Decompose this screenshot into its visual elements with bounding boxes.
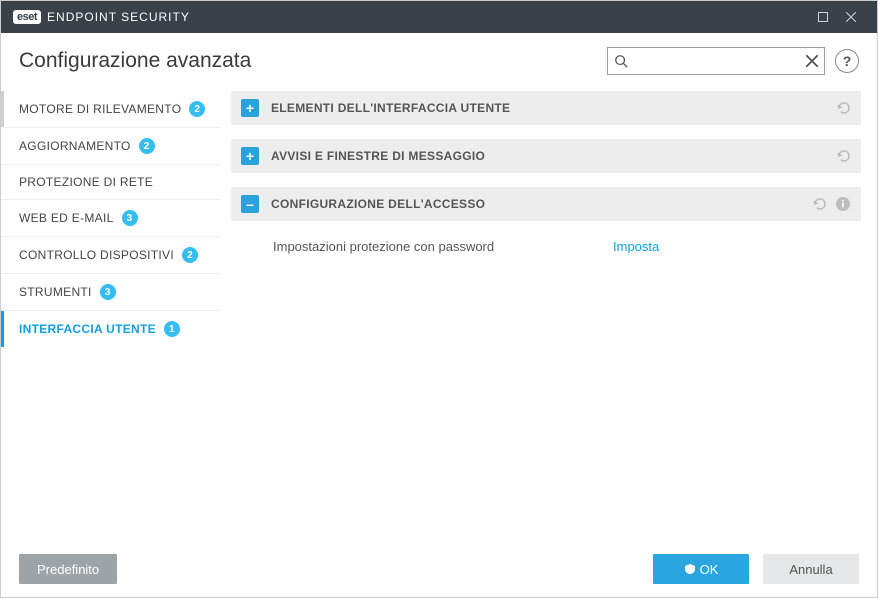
setting-row-password-protection: Impostazioni protezione con password Imp…	[273, 231, 861, 261]
section-header[interactable]: + AVVISI E FINESTRE DI MESSAGGIO	[231, 139, 861, 173]
window-maximize-button[interactable]	[809, 1, 837, 33]
section-alerts-messages: + AVVISI E FINESTRE DI MESSAGGIO	[231, 139, 861, 173]
sidebar-item-network-protection[interactable]: PROTEZIONE DI RETE	[1, 165, 221, 200]
sidebar-badge: 2	[189, 101, 205, 117]
header: Configurazione avanzata ?	[1, 33, 877, 85]
sidebar-item-label: INTERFACCIA UTENTE	[19, 322, 156, 336]
titlebar: eset ENDPOINT SECURITY	[1, 1, 877, 33]
setting-label: Impostazioni protezione con password	[273, 239, 613, 254]
ok-button[interactable]: OK	[653, 554, 749, 584]
sidebar-item-web-email[interactable]: WEB ED E-MAIL 3	[1, 200, 221, 237]
setting-action-link[interactable]: Imposta	[613, 239, 659, 254]
info-icon[interactable]	[835, 196, 851, 212]
shield-icon	[684, 563, 696, 575]
search-box[interactable]	[607, 47, 825, 75]
section-title: CONFIGURAZIONE DELL'ACCESSO	[271, 197, 803, 211]
sidebar-item-label: MOTORE DI RILEVAMENTO	[19, 102, 181, 116]
sidebar-item-detection-engine[interactable]: MOTORE DI RILEVAMENTO 2	[1, 91, 221, 128]
section-title: AVVISI E FINESTRE DI MESSAGGIO	[271, 149, 827, 163]
sidebar-badge: 2	[139, 138, 155, 154]
page-title: Configurazione avanzata	[19, 49, 251, 73]
undo-icon[interactable]	[835, 100, 851, 116]
section-header[interactable]: + ELEMENTI DELL'INTERFACCIA UTENTE	[231, 91, 861, 125]
footer: Predefinito OK Annulla	[1, 545, 877, 593]
section-header[interactable]: – CONFIGURAZIONE DELL'ACCESSO	[231, 187, 861, 221]
expand-icon: +	[241, 147, 259, 165]
undo-icon[interactable]	[835, 148, 851, 164]
search-icon	[614, 54, 628, 68]
sidebar-badge: 1	[164, 321, 180, 337]
sidebar-item-label: CONTROLLO DISPOSITIVI	[19, 248, 174, 262]
main-panel: + ELEMENTI DELL'INTERFACCIA UTENTE + AVV…	[221, 85, 877, 545]
sidebar-badge: 3	[122, 210, 138, 226]
sidebar-badge: 2	[182, 247, 198, 263]
undo-icon[interactable]	[811, 196, 827, 212]
expand-icon: +	[241, 99, 259, 117]
sidebar-item-label: STRUMENTI	[19, 285, 92, 299]
collapse-icon: –	[241, 195, 259, 213]
sidebar-item-label: WEB ED E-MAIL	[19, 211, 114, 225]
sidebar-item-update[interactable]: AGGIORNAMENTO 2	[1, 128, 221, 165]
section-body: Impostazioni protezione con password Imp…	[231, 221, 861, 267]
help-button[interactable]: ?	[835, 49, 859, 73]
sidebar-item-tools[interactable]: STRUMENTI 3	[1, 274, 221, 311]
clear-search-icon[interactable]	[806, 55, 818, 67]
sidebar-item-device-control[interactable]: CONTROLLO DISPOSITIVI 2	[1, 237, 221, 274]
sidebar-item-user-interface[interactable]: INTERFACCIA UTENTE 1	[1, 311, 221, 347]
sidebar-item-label: AGGIORNAMENTO	[19, 139, 131, 153]
ok-button-label: OK	[700, 562, 719, 577]
default-button[interactable]: Predefinito	[19, 554, 117, 584]
cancel-button[interactable]: Annulla	[763, 554, 859, 584]
section-access-setup: – CONFIGURAZIONE DELL'ACCESSO Impostazio…	[231, 187, 861, 267]
search-input[interactable]	[628, 54, 806, 69]
sidebar-item-label: PROTEZIONE DI RETE	[19, 175, 153, 189]
product-name: ENDPOINT SECURITY	[47, 10, 190, 24]
sidebar: MOTORE DI RILEVAMENTO 2 AGGIORNAMENTO 2 …	[1, 85, 221, 545]
section-title: ELEMENTI DELL'INTERFACCIA UTENTE	[271, 101, 827, 115]
brand-logo: eset	[13, 10, 41, 24]
section-ui-elements: + ELEMENTI DELL'INTERFACCIA UTENTE	[231, 91, 861, 125]
sidebar-badge: 3	[100, 284, 116, 300]
window-close-button[interactable]	[837, 1, 865, 33]
